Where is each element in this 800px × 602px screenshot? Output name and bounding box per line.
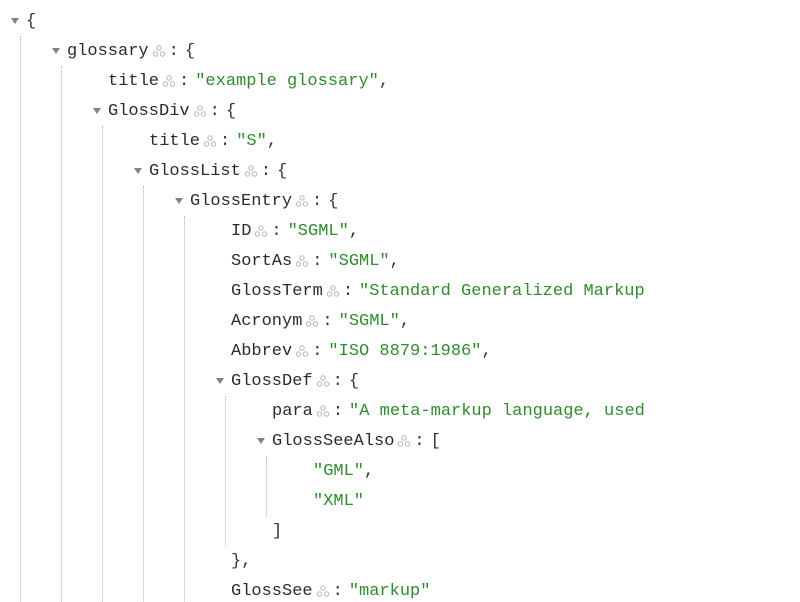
array-item-0[interactable]: "GML" , [295,456,800,486]
comma: , [390,252,400,271]
open-bracket: [ [431,432,441,451]
node-sortas[interactable]: SortAs : "SGML" , [213,246,800,276]
value-id: "SGML" [288,222,349,241]
close-bracket: ] [254,516,800,546]
object-icon [161,74,177,88]
comma: , [349,222,359,241]
node-id[interactable]: ID : "SGML" , [213,216,800,246]
object-icon [202,134,218,148]
object-icon [396,434,412,448]
value-abbrev: "ISO 8879:1986" [328,342,481,361]
colon: : [169,42,179,61]
object-icon [294,254,310,268]
comma: , [400,312,410,331]
object-icon [192,104,208,118]
key-title: title [108,72,159,91]
comma: , [481,342,491,361]
colon: : [220,132,230,151]
colon: : [333,402,343,421]
node-glossdef[interactable]: GlossDef : { [213,366,800,396]
object-icon [315,404,331,418]
key-glosslist: GlossList [149,162,241,181]
colon: : [333,372,343,391]
object-icon [243,164,259,178]
colon: : [312,342,322,361]
key-id: ID [231,222,251,241]
value-glosssee: "markup" [349,582,431,601]
object-icon [315,584,331,598]
object-icon [151,44,167,58]
key-sortas: SortAs [231,252,292,271]
key-glossdef: GlossDef [231,372,313,391]
object-icon [294,194,310,208]
comma: , [379,72,389,91]
colon: : [271,222,281,241]
comma: , [364,462,374,481]
value-xml: "XML" [313,492,364,511]
colon: : [210,102,220,121]
key-glosssee: GlossSee [231,582,313,601]
chevron-down-icon[interactable] [8,14,22,28]
node-para[interactable]: para : "A meta-markup language, used [254,396,800,426]
value-glossdiv-title: "S" [236,132,267,151]
node-glossdiv-title[interactable]: title : "S" , [131,126,800,156]
colon: : [179,72,189,91]
chevron-down-icon[interactable] [90,104,104,118]
node-glossterm[interactable]: GlossTerm : "Standard Generalized Markup [213,276,800,306]
value-glossterm: "Standard Generalized Markup [359,282,645,301]
node-glossentry[interactable]: GlossEntry : { [172,186,800,216]
open-brace: { [349,372,359,391]
comma: , [267,132,277,151]
chevron-down-icon[interactable] [131,164,145,178]
colon: : [414,432,424,451]
key-glossseealso: GlossSeeAlso [272,432,394,451]
close-brace-glossdef: }, [213,546,800,576]
open-brace: { [226,102,236,121]
object-icon [294,344,310,358]
colon: : [312,192,322,211]
value-glossary-title: "example glossary" [195,72,379,91]
value-para: "A meta-markup language, used [349,402,645,421]
key-para: para [272,402,313,421]
key-glossentry: GlossEntry [190,192,292,211]
chevron-down-icon[interactable] [49,44,63,58]
key-abbrev: Abbrev [231,342,292,361]
open-brace: { [185,42,195,61]
colon: : [261,162,271,181]
node-glossdiv[interactable]: GlossDiv : { [90,96,800,126]
chevron-down-icon[interactable] [254,434,268,448]
object-icon [325,284,341,298]
array-item-1[interactable]: "XML" [295,486,800,516]
node-abbrev[interactable]: Abbrev : "ISO 8879:1986" , [213,336,800,366]
object-icon [315,374,331,388]
key-title: title [149,132,200,151]
object-icon [253,224,269,238]
object-icon [304,314,320,328]
node-glossary[interactable]: glossary : { [49,36,800,66]
node-glosssee[interactable]: GlossSee : "markup" [213,576,800,602]
colon: : [322,312,332,331]
root-open-brace: { [26,12,36,31]
node-glosslist[interactable]: GlossList : { [131,156,800,186]
open-brace: { [277,162,287,181]
key-glossary: glossary [67,42,149,61]
open-brace: { [328,192,338,211]
value-acronym: "SGML" [339,312,400,331]
node-acronym[interactable]: Acronym : "SGML" , [213,306,800,336]
root-node[interactable]: { [8,6,800,36]
value-sortas: "SGML" [328,252,389,271]
json-tree: { glossary : { [0,0,800,602]
node-glossary-title[interactable]: title : "example glossary" , [90,66,800,96]
colon: : [333,582,343,601]
chevron-down-icon[interactable] [213,374,227,388]
node-glossseealso[interactable]: GlossSeeAlso : [ [254,426,800,456]
chevron-down-icon[interactable] [172,194,186,208]
colon: : [312,252,322,271]
key-glossdiv: GlossDiv [108,102,190,121]
value-gml: "GML" [313,462,364,481]
key-acronym: Acronym [231,312,302,331]
key-glossterm: GlossTerm [231,282,323,301]
colon: : [343,282,353,301]
